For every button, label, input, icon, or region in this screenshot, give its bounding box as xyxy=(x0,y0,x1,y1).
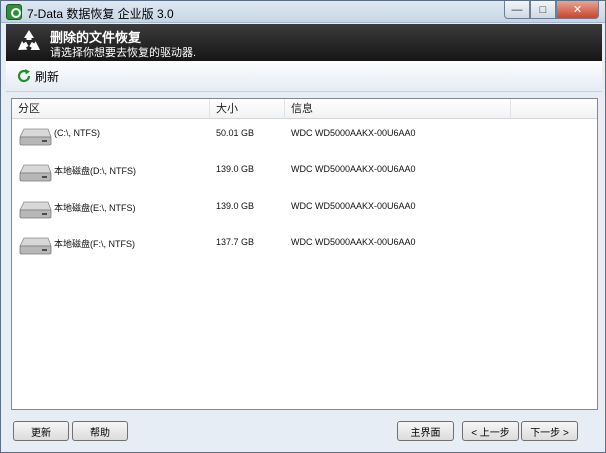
help-button[interactable]: 帮助 xyxy=(72,421,128,441)
home-button[interactable]: 主界面 xyxy=(397,421,454,441)
drive-list[interactable]: 分区 大小 信息 (C:\, NTFS) 50.01 GB WDC WD5000… xyxy=(11,98,598,410)
next-step-button[interactable]: 下一步 > xyxy=(521,421,578,441)
refresh-label: 刷新 xyxy=(35,69,60,84)
refresh-icon xyxy=(17,69,31,83)
list-header: 分区 大小 信息 xyxy=(12,99,597,119)
hard-drive-icon xyxy=(19,237,52,255)
partition-info: WDC WD5000AAKX-00U6AA0 xyxy=(291,237,416,247)
partition-size: 139.0 GB xyxy=(216,201,255,211)
title-bar[interactable]: 7-Data 数据恢复 企业版 3.0 — □ ✕ xyxy=(1,1,605,23)
partition-name: 本地磁盘(F:\, NTFS) xyxy=(54,239,135,249)
partition-name: 本地磁盘(D:\, NTFS) xyxy=(54,166,136,176)
previous-step-button[interactable]: < 上一步 xyxy=(462,421,519,441)
recycle-icon xyxy=(18,30,40,50)
hard-drive-icon xyxy=(19,128,52,146)
drive-row[interactable]: 本地磁盘(E:\, NTFS) 139.0 GB WDC WD5000AAKX-… xyxy=(12,192,597,224)
partition-info: WDC WD5000AAKX-00U6AA0 xyxy=(291,164,416,174)
drive-row[interactable]: 本地磁盘(F:\, NTFS) 137.7 GB WDC WD5000AAKX-… xyxy=(12,228,597,260)
refresh-button[interactable]: 刷新 xyxy=(16,66,59,86)
maximize-button[interactable]: □ xyxy=(530,1,556,19)
window-controls: — □ ✕ xyxy=(504,1,599,19)
app-logo-icon xyxy=(6,4,22,20)
partition-info: WDC WD5000AAKX-00U6AA0 xyxy=(291,201,416,211)
partition-size: 50.01 GB xyxy=(216,128,255,138)
partition-size: 139.0 GB xyxy=(216,164,255,174)
column-header-partition[interactable]: 分区 xyxy=(12,99,210,119)
update-button[interactable]: 更新 xyxy=(13,421,69,441)
close-button[interactable]: ✕ xyxy=(556,1,599,19)
minimize-button[interactable]: — xyxy=(504,1,530,19)
drive-row[interactable]: 本地磁盘(D:\, NTFS) 139.0 GB WDC WD5000AAKX-… xyxy=(12,155,597,187)
page-header: 删除的文件恢复 请选择你想要去恢复的驱动器. xyxy=(6,24,602,61)
column-header-info[interactable]: 信息 xyxy=(285,99,511,119)
window-title: 7-Data 数据恢复 企业版 3.0 xyxy=(27,7,174,21)
hard-drive-icon xyxy=(19,164,52,182)
page-subtitle: 请选择你想要去恢复的驱动器. xyxy=(50,47,197,59)
toolbar: 刷新 xyxy=(6,61,602,92)
hard-drive-icon xyxy=(19,201,52,219)
partition-size: 137.7 GB xyxy=(216,237,255,247)
column-header-size[interactable]: 大小 xyxy=(210,99,285,119)
partition-info: WDC WD5000AAKX-00U6AA0 xyxy=(291,128,416,138)
app-window: 7-Data 数据恢复 企业版 3.0 — □ ✕ 删除的文件恢复 请选择你想要… xyxy=(0,0,606,453)
drive-row[interactable]: (C:\, NTFS) 50.01 GB WDC WD5000AAKX-00U6… xyxy=(12,119,597,151)
partition-name: (C:\, NTFS) xyxy=(54,128,100,138)
partition-name: 本地磁盘(E:\, NTFS) xyxy=(54,203,136,213)
